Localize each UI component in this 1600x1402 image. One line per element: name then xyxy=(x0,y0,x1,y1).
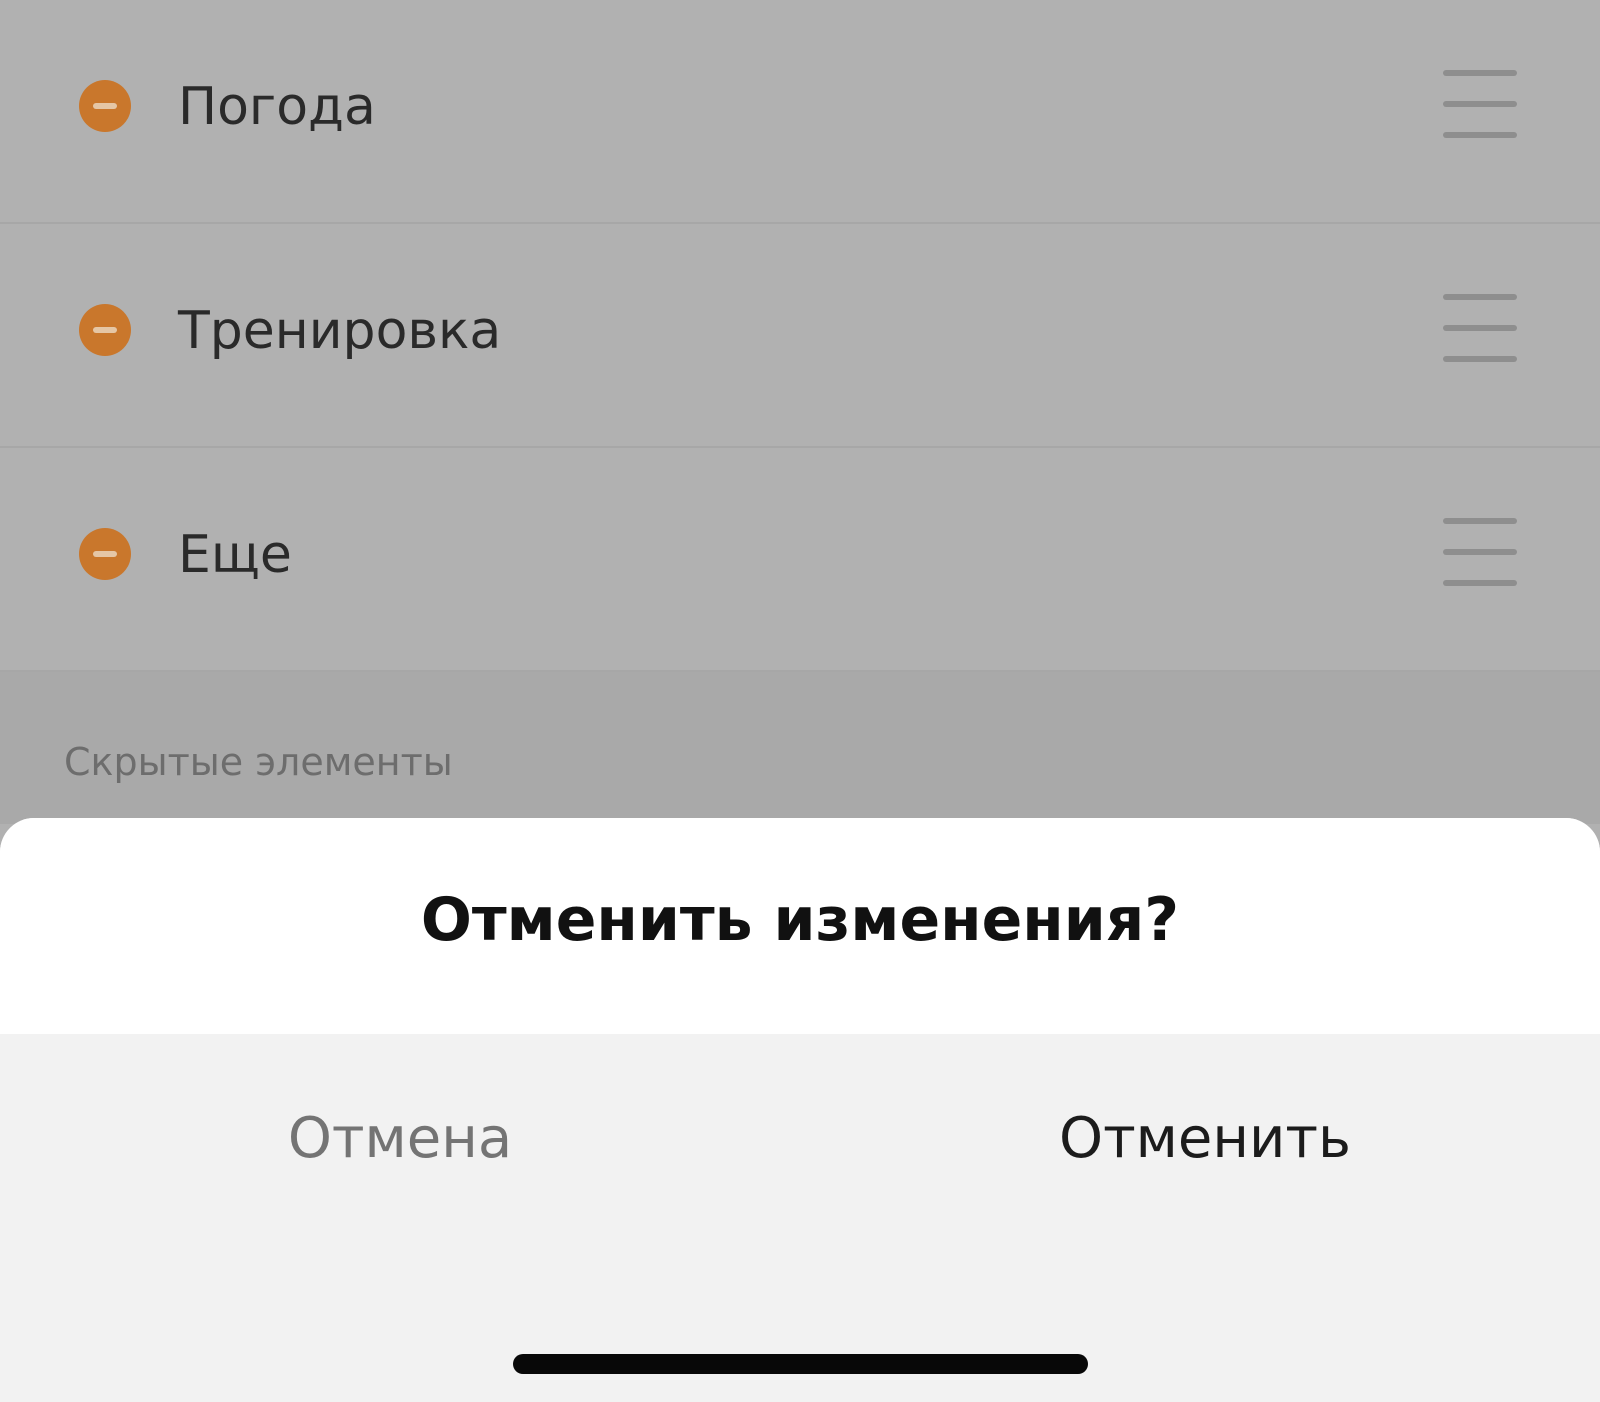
hidden-items-section-header: Скрытые элементы xyxy=(0,672,1600,824)
minus-circle-icon[interactable] xyxy=(79,528,131,580)
drag-handle-icon[interactable] xyxy=(1443,294,1517,362)
discard-changes-sheet: Отменить изменения? Отмена Отменить xyxy=(0,818,1600,1402)
list-item-weather: Погода xyxy=(0,0,1600,224)
drag-handle-icon[interactable] xyxy=(1443,518,1517,586)
section-header-label: Скрытые элементы xyxy=(64,740,453,784)
dialog-title: Отменить изменения? xyxy=(420,885,1180,955)
minus-circle-icon[interactable] xyxy=(79,304,131,356)
sheet-title-area: Отменить изменения? xyxy=(0,818,1600,1034)
list-item-workout: Тренировка xyxy=(0,224,1600,448)
drag-handle-icon[interactable] xyxy=(1443,70,1517,138)
widget-list: Погода Тренировка Еще xyxy=(0,0,1600,672)
discard-changes-button[interactable]: Отменить xyxy=(960,1094,1450,1184)
screen: Погода Тренировка Еще Скрытые элементы О… xyxy=(0,0,1600,1402)
cancel-button[interactable]: Отмена xyxy=(170,1094,630,1184)
list-item-more: Еще xyxy=(0,448,1600,672)
list-item-label: Тренировка xyxy=(178,301,502,361)
list-item-label: Погода xyxy=(178,77,376,137)
minus-circle-icon[interactable] xyxy=(79,80,131,132)
list-item-label: Еще xyxy=(178,525,292,585)
home-indicator xyxy=(513,1354,1088,1374)
